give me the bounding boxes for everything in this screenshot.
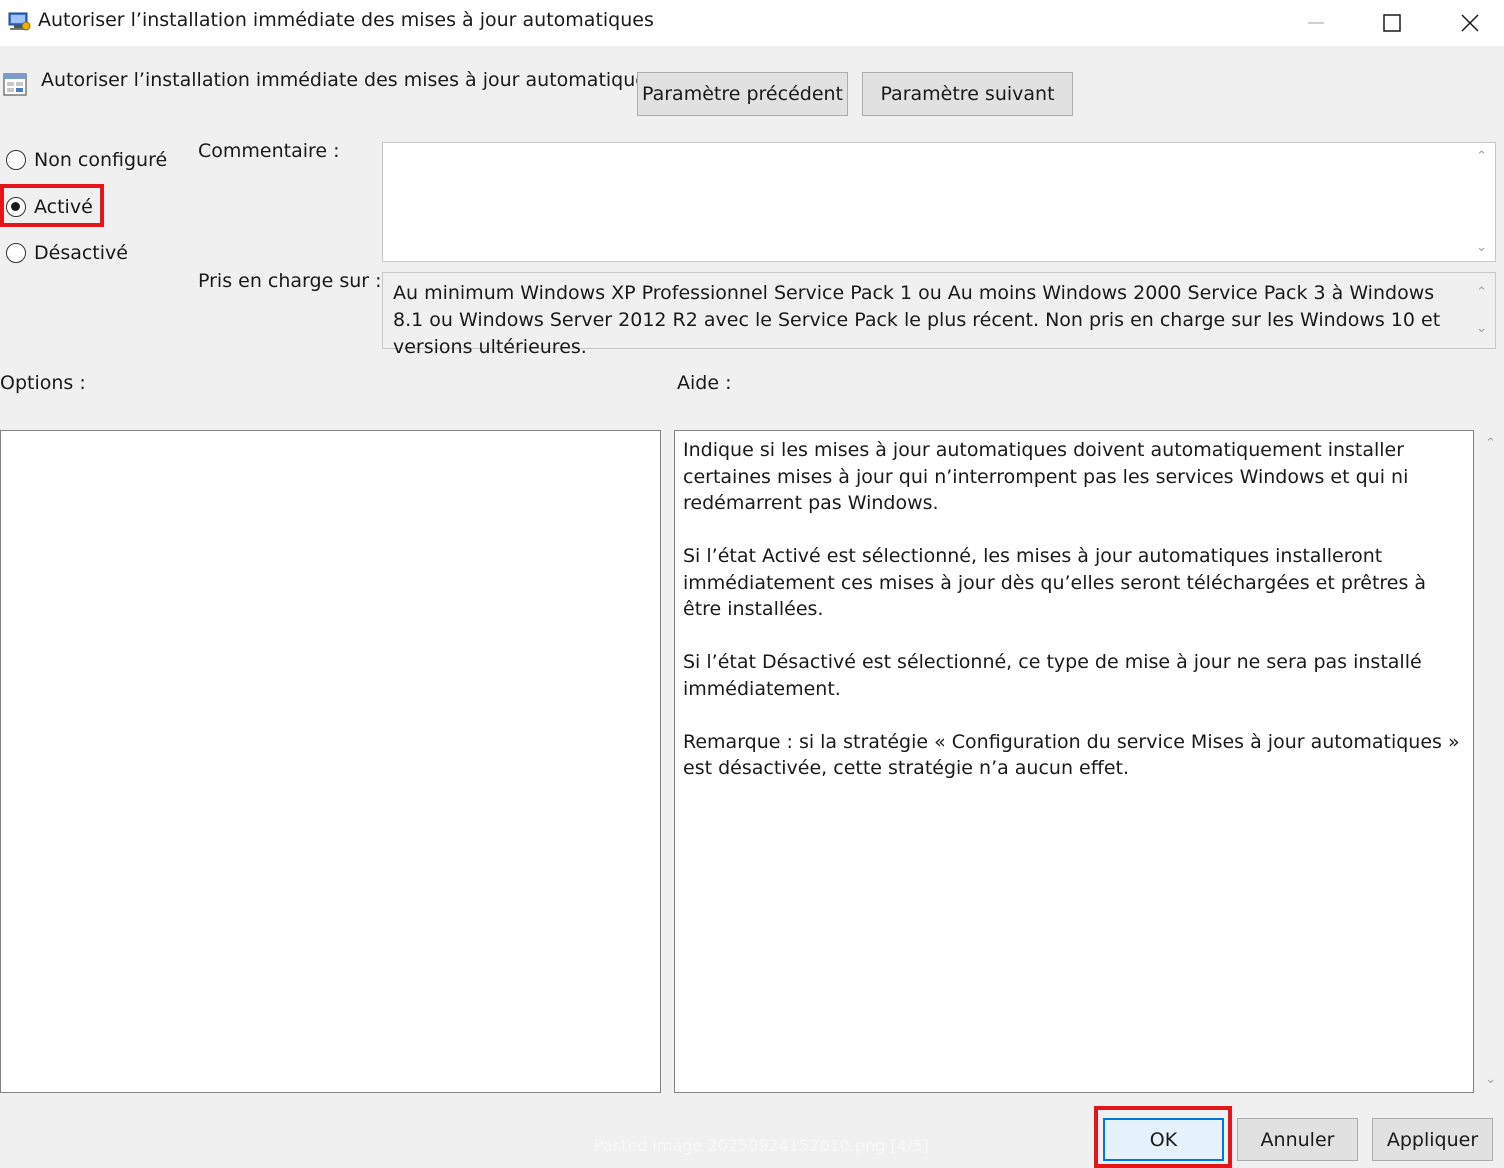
ok-button[interactable]: OK xyxy=(1103,1118,1224,1161)
maximize-icon xyxy=(1383,14,1401,32)
help-paragraph: Remarque : si la stratégie « Configurati… xyxy=(683,730,1460,780)
previous-setting-button[interactable]: Paramètre précédent xyxy=(637,72,848,116)
close-icon xyxy=(1461,14,1479,32)
radio-label-not-configured: Non configuré xyxy=(34,149,168,171)
radio-label-disabled: Désactivé xyxy=(34,242,128,264)
help-scrollbar[interactable]: ⌃ ⌄ xyxy=(1476,430,1500,1093)
scroll-down-icon[interactable]: ⌄ xyxy=(1476,240,1487,255)
comment-textarea[interactable]: ⌃ ⌄ xyxy=(382,142,1496,262)
scroll-up-icon[interactable]: ⌃ xyxy=(1485,436,1496,451)
close-button[interactable] xyxy=(1448,6,1492,40)
radio-button-unchecked[interactable] xyxy=(6,150,26,170)
scroll-up-icon[interactable]: ⌃ xyxy=(1476,279,1487,306)
help-paragraph: Si l’état Désactivé est sélectionné, ce … xyxy=(683,651,1422,700)
window-title: Autoriser l’installation immédiate des m… xyxy=(38,9,654,31)
minimize-button[interactable] xyxy=(1294,6,1338,40)
supported-on-text: Au minimum Windows XP Professionnel Serv… xyxy=(393,282,1441,358)
apply-button[interactable]: Appliquer xyxy=(1372,1118,1493,1161)
scroll-down-icon[interactable]: ⌄ xyxy=(1485,1072,1496,1087)
cancel-button[interactable]: Annuler xyxy=(1237,1118,1358,1161)
options-pane xyxy=(0,430,661,1093)
help-pane: Indique si les mises à jour automatiques… xyxy=(674,430,1474,1093)
help-label: Aide : xyxy=(677,372,732,394)
scroll-down-icon[interactable]: ⌄ xyxy=(1476,315,1487,342)
policy-name: Autoriser l’installation immédiate des m… xyxy=(41,69,657,91)
help-paragraph: Si l’état Activé est sélectionné, les mi… xyxy=(683,545,1427,620)
radio-button-unchecked[interactable] xyxy=(6,243,26,263)
options-label: Options : xyxy=(0,372,86,394)
supported-on-label: Pris en charge sur : xyxy=(198,270,382,292)
comment-label: Commentaire : xyxy=(198,140,340,162)
help-paragraph: Indique si les mises à jour automatiques… xyxy=(683,439,1409,514)
next-setting-button[interactable]: Paramètre suivant xyxy=(862,72,1073,116)
maximize-button[interactable] xyxy=(1370,6,1414,40)
minimize-icon xyxy=(1308,22,1324,24)
radio-not-configured[interactable]: Non configuré xyxy=(6,146,167,174)
scroll-up-icon[interactable]: ⌃ xyxy=(1476,149,1487,164)
highlight-box-enabled xyxy=(0,184,104,227)
watermark-text: Pasted image 20250924152010.png [4/5] xyxy=(594,1136,929,1155)
group-policy-app-icon xyxy=(8,12,31,31)
supported-on-field: Au minimum Windows XP Professionnel Serv… xyxy=(382,272,1496,358)
title-bar: Autoriser l’installation immédiate des m… xyxy=(0,0,1504,46)
radio-disabled[interactable]: Désactivé xyxy=(6,239,128,267)
policy-setting-icon xyxy=(3,73,27,96)
